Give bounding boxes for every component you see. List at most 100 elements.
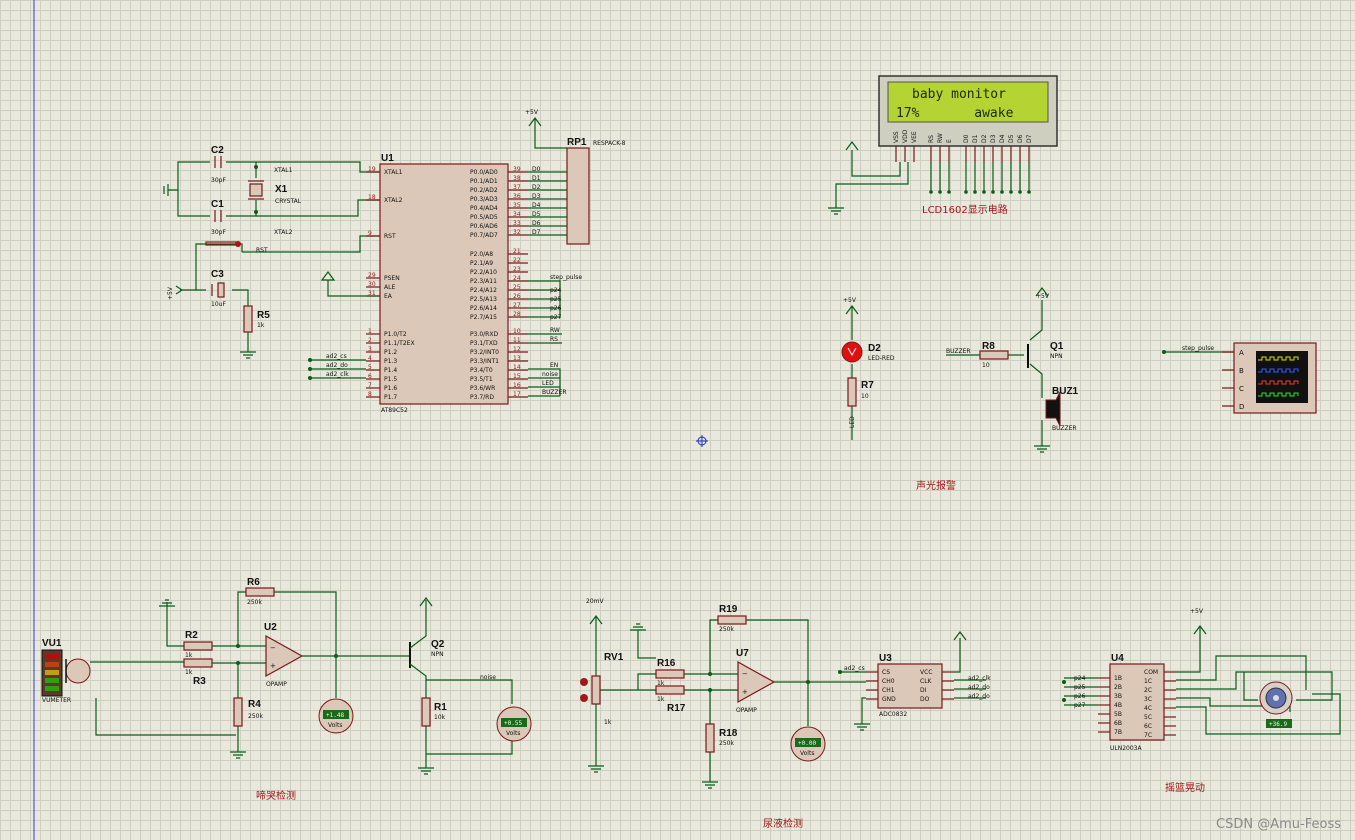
u1-pin-label: P1.1/T2EX [384, 340, 415, 347]
u1-pin-number: 3 [368, 346, 372, 353]
watermark: CSDN @Amu-Feoss [1216, 817, 1341, 832]
u1-pin-number: 18 [368, 194, 376, 201]
u1-pin-label: P1.4 [384, 367, 397, 374]
led-d2[interactable] [841, 341, 863, 363]
net-led-u1: LED [542, 380, 554, 387]
voltmeter-1-value: +1.48 [326, 712, 344, 719]
net-step-pulse-scope: step_pulse [1182, 345, 1214, 352]
lcd-line-1: baby monitor [912, 87, 1006, 102]
ref-q1: Q1 [1050, 341, 1064, 352]
lcd1602-display[interactable]: baby monitor 17% awake VSS VDD VEE RS RW E D0 D… [828, 75, 1058, 216]
u1-pin-number: 13 [513, 355, 521, 362]
u1-pin-label: P0.4/AD4 [470, 205, 498, 212]
potentiometer-rv1[interactable] [591, 675, 601, 705]
u1-pin-label: P3.4/T0 [470, 367, 493, 374]
ref-vu1: VU1 [42, 638, 62, 649]
urine-detection-circuit: 20mV RV1 1k R16 1k 1k R17 R19 250k R18 2… [580, 598, 866, 830]
lcd-pin-label: RS [928, 135, 935, 143]
u1-pin-number: 7 [368, 382, 372, 389]
ref-r3: R3 [193, 676, 206, 687]
val-q1: NPN [1050, 353, 1063, 360]
val-c2: 30pF [211, 177, 226, 184]
u1-pin-label: P0.0/AD0 [470, 169, 498, 176]
ref-u4: U4 [1111, 653, 1124, 664]
adc0832-u3[interactable]: U3 ADC0832 ad2_cs CSCH0CH1GNDVCCCLKDIDO … [838, 631, 991, 731]
u1-pin-number: 8 [368, 391, 372, 398]
buzzer-buz1[interactable] [1045, 391, 1061, 427]
opamp-u2[interactable] [265, 634, 304, 678]
crystal-x1[interactable] [249, 183, 263, 197]
lcd-pin-label: VEE [911, 131, 918, 143]
u3-pin-label: VCC [920, 669, 932, 676]
rp1-net-label: D0 [532, 166, 541, 173]
resistor-r6[interactable] [245, 587, 275, 597]
opamp-u7[interactable] [737, 660, 776, 704]
oscillator-circuit: C2 30pF C1 30pF X1 CRYSTAL XTAL1 XTAL2 R… [163, 145, 380, 359]
u1-pin-number: 35 [513, 202, 521, 209]
scope-ch-b: B [1239, 367, 1244, 375]
val-rp1: RESPACK-8 [593, 140, 626, 147]
val-rv1: 1k [604, 719, 612, 726]
net-p27-u4: p27 [1074, 702, 1086, 709]
ref-d2: D2 [868, 343, 881, 354]
ref-c1: C1 [211, 199, 224, 210]
scope-ch-a: A [1239, 349, 1244, 357]
resistor-r16[interactable] [655, 669, 685, 679]
net-rw-u1: RW [550, 327, 560, 334]
u1-pin-number: 4 [368, 355, 372, 362]
net-ad2clk-u3: ad2_clk [968, 675, 991, 682]
u1-pin-number: 21 [513, 248, 521, 255]
svg-text:−: − [742, 670, 748, 678]
resistor-r19[interactable] [717, 615, 747, 625]
val-vu1: VUMETER [42, 697, 71, 704]
section-title-alarm: 声光报警 [916, 479, 956, 492]
val-buz1: BUZZER [1052, 425, 1077, 432]
u1-pin-number: 33 [513, 220, 521, 227]
ref-r16: R16 [657, 658, 676, 669]
resistor-r8[interactable] [979, 350, 1009, 360]
u1-pin-label: P3.2/INT0 [470, 349, 499, 356]
respack-rp1[interactable]: +5V RP1 RESPACK-8 D0 D1 D2 D3 D4 D5 D6 D7 [525, 109, 626, 245]
val-x1: CRYSTAL [275, 198, 302, 205]
net-p24-u4: p24 [1074, 675, 1086, 682]
val-r18: 250k [719, 740, 734, 747]
resistor-r2[interactable] [183, 641, 213, 651]
resistor-r7[interactable] [847, 377, 857, 407]
resistor-r18[interactable] [705, 723, 715, 753]
resistor-r3[interactable] [183, 658, 213, 668]
oscilloscope[interactable]: step_pulse A B C D [1162, 342, 1317, 414]
net-xtal2: XTAL2 [274, 229, 293, 236]
ref-r18: R18 [719, 728, 738, 739]
val-u3: ADC0832 [879, 711, 907, 718]
u1-pin-label: RST [384, 233, 396, 240]
voltmeter-1-unit: Volts [328, 722, 342, 729]
resistor-r5[interactable] [243, 305, 253, 333]
net-5v-led: +5V [843, 297, 857, 304]
u1-pin-number: 36 [513, 193, 521, 200]
u1-pin-number: 23 [513, 266, 521, 273]
lcd-pin-label: D0 [963, 134, 970, 143]
mcu-u1[interactable]: U1 AT89C52 XTAL119XTAL218RST9PSEN29ALE30… [308, 153, 528, 414]
resistor-r4[interactable] [233, 697, 243, 727]
u1-pin-number: 11 [513, 337, 521, 344]
u1-pin-label: P1.7 [384, 394, 397, 401]
svg-text:+: + [270, 662, 276, 670]
net-ad2do-u3-di: ad2_do [968, 684, 990, 691]
rp1-net-label: D3 [532, 193, 541, 200]
schematic-svg: C2 30pF C1 30pF X1 CRYSTAL XTAL1 XTAL2 R… [33, 0, 1341, 840]
u1-pin-number: 16 [513, 382, 521, 389]
u1-pin-label: P2.0/A8 [470, 251, 493, 258]
u1-pin-number: 2 [368, 337, 372, 344]
cradle-motor-circuit: U4 ULN2003A 1B 2B 3B 4B 5B 6B 7B COM 1C 2C 3C 4C 5C 6… [1062, 608, 1341, 794]
ref-r6: R6 [247, 577, 260, 588]
u4-pin-label: 3B [1114, 693, 1122, 700]
rp1-data-lines: D0 D1 D2 D3 D4 D5 D6 D7 [528, 166, 567, 236]
val-r16: 1k [657, 680, 665, 687]
resistor-r1[interactable] [421, 697, 431, 727]
resistor-r17[interactable] [655, 685, 685, 695]
u3-pin-label: CH0 [882, 678, 895, 685]
u1-pin-number: 28 [513, 311, 521, 318]
section-title-urine: 尿液检测 [763, 817, 803, 830]
ref-r1: R1 [434, 702, 447, 713]
u1-pin-label: P0.5/AD5 [470, 214, 498, 221]
